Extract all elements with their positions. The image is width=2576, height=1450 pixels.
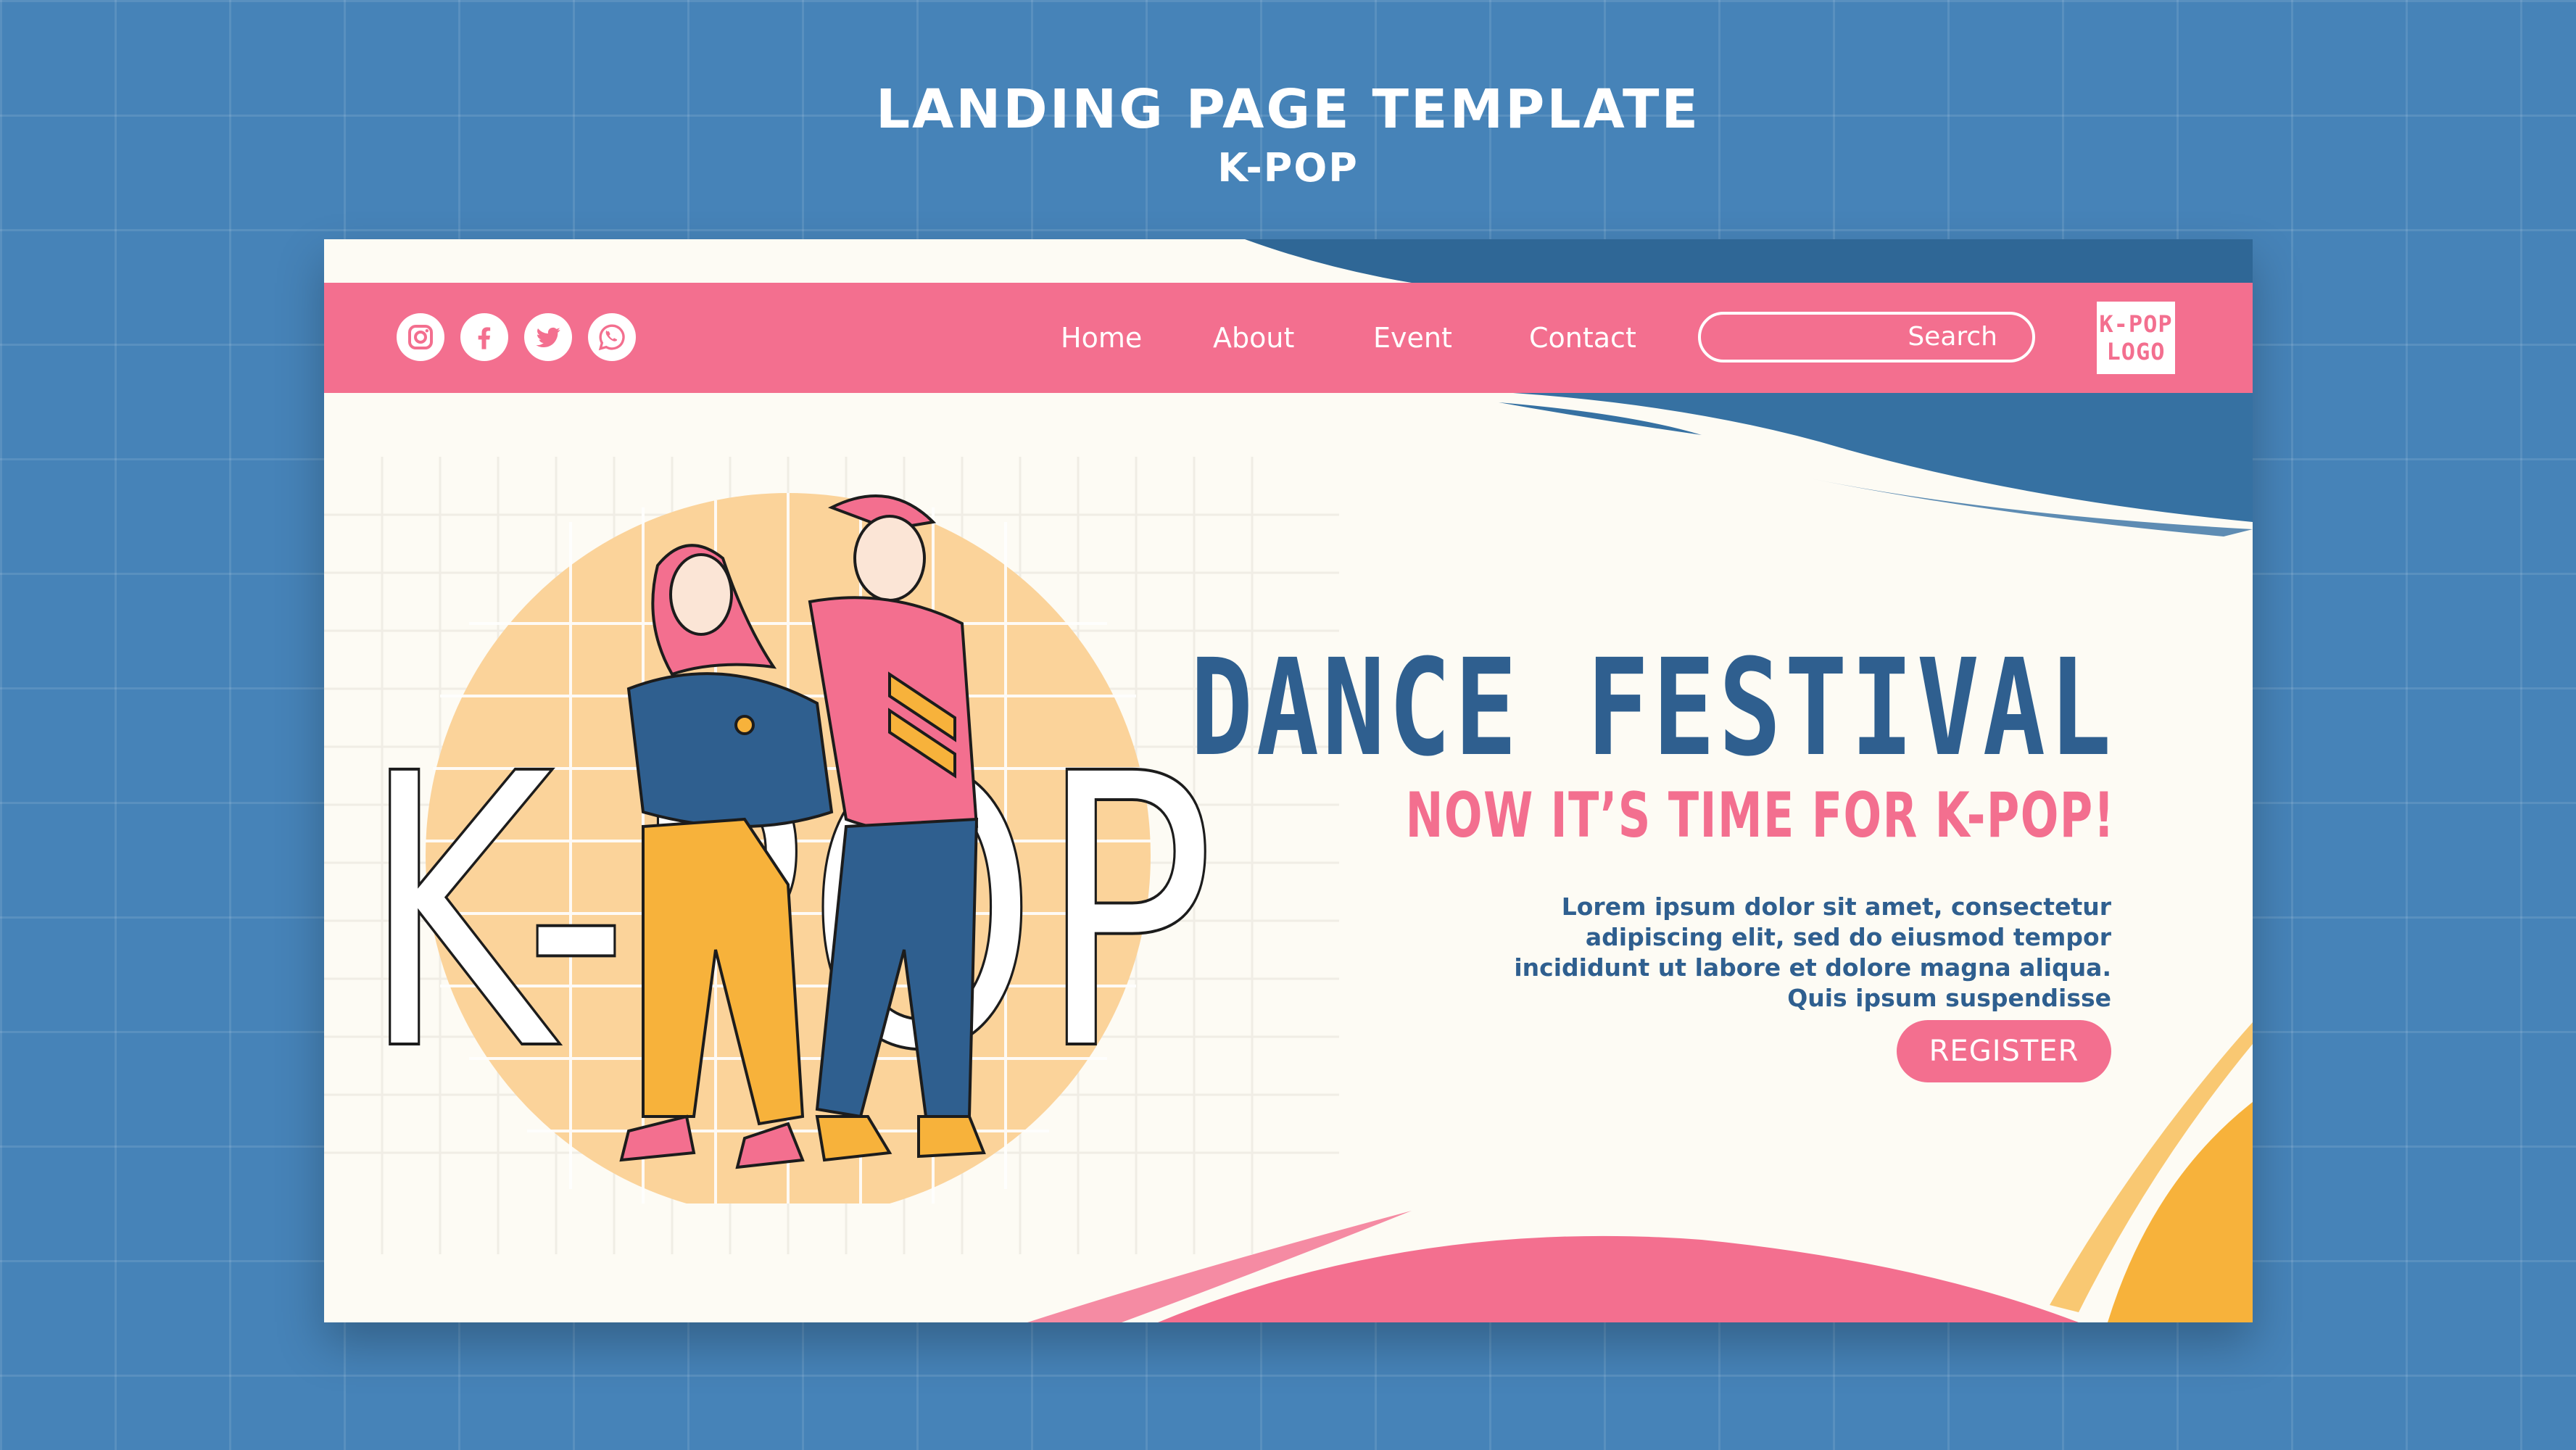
instagram-icon[interactable] [397,313,444,361]
hero-description: Lorem ipsum dolor sit amet, consectetur … [1514,892,2111,1012]
kpop-illustration: K-POP [382,493,1217,1204]
facebook-icon[interactable] [460,313,508,361]
logo-line1: K-POP [2099,310,2173,338]
search-input[interactable]: Search [1698,312,2035,362]
landing-page-card: K-POP Home About Event Contact Search K-… [324,239,2253,1322]
page-subtitle: K-POP [1217,145,1359,191]
hero-subtitle: NOW IT’S TIME FOR K-POP! [1405,779,2115,852]
navbar: Home About Event Contact Search K-POP LO… [324,283,2253,393]
brush-stroke-right [1513,393,2253,522]
brand-logo[interactable]: K-POP LOGO [2097,302,2175,374]
nav-contact[interactable]: Contact [1529,283,1636,393]
logo-line2: LOGO [2106,338,2166,365]
search-label: Search [1908,322,1997,352]
page-title: LANDING PAGE TEMPLATE [875,78,1701,141]
whatsapp-icon[interactable] [588,313,636,361]
nav-about[interactable]: About [1213,283,1294,393]
nav-event[interactable]: Event [1373,283,1452,393]
register-button[interactable]: REGISTER [1897,1020,2111,1082]
twitter-icon[interactable] [524,313,572,361]
hero-title: DANCE FESTIVAL [1190,631,2115,786]
nav-home[interactable]: Home [1061,283,1142,393]
